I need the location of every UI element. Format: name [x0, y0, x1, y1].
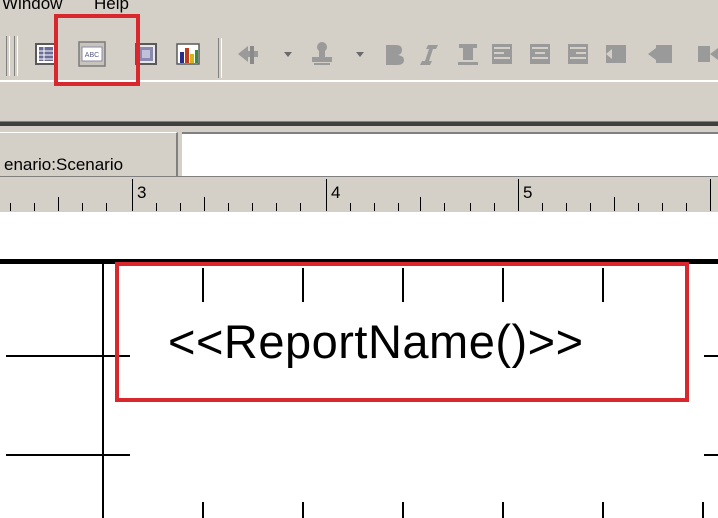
ruler-tick [542, 203, 543, 211]
toolbar-grip [14, 36, 18, 76]
margin-guide [102, 264, 104, 518]
ruler-tick [350, 203, 351, 211]
stamp-icon [312, 42, 332, 65]
ruler-tick [204, 197, 205, 211]
ruler-tick [106, 203, 107, 211]
tab-area [182, 132, 718, 176]
ruler-tick [710, 179, 711, 211]
menu-help[interactable]: Help [94, 0, 129, 14]
ruler-tick [228, 203, 229, 211]
indent-icon [648, 45, 672, 63]
grid-guide [702, 502, 704, 518]
ruler-tick [494, 203, 495, 211]
ruler-tick [686, 203, 687, 211]
grid-guide [302, 502, 304, 518]
toolbar-row-empty [0, 80, 718, 122]
align-left-icon [492, 44, 512, 64]
grid-guide [402, 502, 404, 518]
grid-guide [704, 355, 718, 357]
ruler-tick [638, 203, 639, 211]
ruler-tick [252, 203, 253, 211]
ruler-tick [180, 203, 181, 211]
bold-button[interactable] [378, 32, 410, 80]
chevron-down-icon[interactable] [356, 52, 364, 57]
align-left-button[interactable] [486, 32, 518, 80]
ruler-tick [470, 203, 471, 211]
tab-bar: enario:Scenario [0, 126, 718, 176]
ruler-tick [614, 197, 615, 211]
ruler-tick [662, 203, 663, 211]
ruler-label: 5 [523, 183, 533, 202]
align-center-icon [530, 44, 550, 64]
ruler-tick [518, 179, 519, 211]
grid-guide [502, 502, 504, 518]
highlight-box-toolbar [54, 14, 140, 86]
underline-button[interactable] [452, 32, 484, 80]
overflow-icon [698, 46, 718, 62]
tab-scenario[interactable]: enario:Scenario [0, 132, 178, 176]
italic-button[interactable] [414, 32, 446, 80]
ruler-tick [374, 203, 375, 211]
pointer-tool-button[interactable] [232, 32, 264, 80]
menu-bar: Window Help [0, 0, 718, 14]
align-right-icon [568, 44, 588, 64]
ruler-tick [58, 197, 59, 211]
indent-button[interactable] [646, 32, 678, 80]
tab-label: enario:Scenario [4, 155, 124, 174]
underline-icon [458, 44, 478, 65]
more-tools-button[interactable] [692, 32, 718, 80]
italic-icon [420, 45, 438, 65]
stamp-tool-button[interactable] [306, 32, 338, 80]
toolbar-separator [218, 38, 222, 78]
grid-guide [704, 454, 718, 456]
ruler-tick [590, 203, 591, 211]
highlight-box-field [115, 262, 689, 402]
outdent-button[interactable] [600, 32, 632, 80]
bar-chart-icon [176, 43, 200, 65]
grid-guide [202, 502, 204, 518]
ruler-tick [82, 203, 83, 211]
ruler-label: 4 [331, 183, 341, 202]
ruler-tick [156, 203, 157, 211]
ruler-tick [276, 203, 277, 211]
toolbar-grip [6, 36, 10, 76]
pointer-arrow-icon [238, 46, 258, 64]
align-center-button[interactable] [524, 32, 556, 80]
horizontal-ruler: 3 4 5 [0, 176, 718, 212]
ruler-tick [34, 203, 35, 211]
chevron-down-icon[interactable] [284, 52, 292, 57]
chart-tool-button[interactable] [172, 32, 204, 80]
ruler-label: 3 [137, 183, 147, 202]
ruler-tick [444, 203, 445, 211]
grid-guide [602, 502, 604, 518]
ruler-tick [420, 197, 421, 211]
outdent-icon [606, 45, 626, 63]
grid-guide [6, 355, 130, 357]
ruler-tick [566, 203, 567, 211]
align-right-button[interactable] [562, 32, 594, 80]
ruler-tick [326, 179, 327, 211]
ruler-tick [10, 203, 11, 211]
bold-icon [386, 45, 404, 65]
ruler-tick [132, 179, 133, 211]
ruler-tick [300, 203, 301, 211]
ruler-tick [398, 203, 399, 211]
menu-window[interactable]: Window [2, 0, 62, 14]
grid-guide [6, 454, 130, 456]
